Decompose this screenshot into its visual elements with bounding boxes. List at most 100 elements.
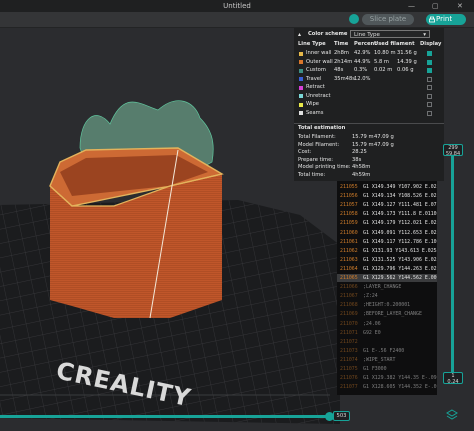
gcode-line-number: 211071 <box>340 329 358 336</box>
gcode-command: G1 X149.179 Y112.021 E.0253 <box>363 220 437 227</box>
gcode-line-number: 211064 <box>340 265 358 272</box>
gcode-line[interactable]: 211065 G1 X129.562 Y144.562 E.00946 <box>337 274 437 282</box>
gcode-line[interactable]: 211055 G1 X149.349 Y107.902 E.0253 <box>337 183 437 191</box>
legend-row[interactable]: Seams <box>294 110 444 117</box>
gcode-line[interactable]: 211075 G1 F3000 <box>337 365 437 373</box>
layer-slider-top-label[interactable]: 299 59.84 <box>443 144 463 157</box>
gcode-viewer[interactable]: 211055 G1 X149.349 Y107.902 E.0253 211056 G… <box>337 181 437 395</box>
legend-row[interactable]: Custom 48s 0.3% 0.02 m 0.06 g <box>294 67 444 74</box>
gcode-command: ;WIPE_START <box>363 356 396 363</box>
gcode-line-number: 211074 <box>340 356 358 363</box>
line-color-swatch <box>299 85 303 90</box>
slice-plate-button[interactable]: Slice plate <box>362 14 414 25</box>
display-checkbox[interactable] <box>427 85 432 90</box>
legend-row[interactable]: Wipe <box>294 101 444 108</box>
maximize-icon[interactable]: ▢ <box>432 0 439 12</box>
gcode-line[interactable]: 211056 G1 X149.134 Y108.526 E.02107 <box>337 192 437 200</box>
gcode-command: ;HEIGHT:0.200001 <box>363 302 411 309</box>
total-value: 4h59m <box>352 171 371 178</box>
gcode-line[interactable]: 211058 G1 X149.173 Y111.8 E.01103 <box>337 210 437 218</box>
gcode-line-number: 211065 <box>340 275 358 281</box>
total-row: Total Filament: 15.79 m 47.09 g <box>294 134 444 141</box>
printed-model[interactable] <box>49 147 224 319</box>
gcode-line[interactable]: 211073 G1 E-.56 F2400 <box>337 347 437 355</box>
legend-row[interactable]: Retract <box>294 84 444 91</box>
line-type-name: Travel <box>306 75 322 82</box>
gcode-command: G1 X149.091 Y112.653 E.0253 <box>363 229 437 236</box>
gcode-line[interactable]: 211062 G1 X131.93 Y143.613 E.0253 <box>337 247 437 255</box>
line-type-name: Seams <box>306 109 324 116</box>
total-row: Model printing time: 4h58m <box>294 164 444 171</box>
legend-row[interactable]: Inner wall 2h8m 42.9% 10.80 m 31.56 g <box>294 50 444 57</box>
gcode-line[interactable]: 211066 ;LAYER_CHANGE <box>337 283 437 291</box>
legend-row[interactable]: Unretract <box>294 93 444 100</box>
layer-slider-bottom-label[interactable]: 1 0.24 <box>443 372 463 385</box>
display-checkbox[interactable] <box>427 59 432 65</box>
slice-settings-icon[interactable] <box>349 14 359 24</box>
gcode-line[interactable]: 211072 <box>337 338 437 346</box>
display-checkbox[interactable] <box>427 102 432 107</box>
gcode-line[interactable]: 211069 ;BEFORE_LAYER_CHANGE <box>337 310 437 318</box>
display-checkbox[interactable] <box>427 110 432 116</box>
gcode-line[interactable]: 211060 G1 X149.091 Y112.653 E.0253 <box>337 229 437 237</box>
total-label: Total Filament: <box>298 134 336 140</box>
line-color-swatch <box>299 102 303 107</box>
color-scheme-select[interactable]: Line Type ▾ <box>350 30 430 38</box>
line-color-swatch <box>299 68 303 73</box>
gcode-line[interactable]: 211068 ;HEIGHT:0.200001 <box>337 301 437 309</box>
gcode-line[interactable]: 211074 ;WIPE_START <box>337 356 437 364</box>
gcode-line-number: 211061 <box>340 238 358 245</box>
gcode-line[interactable]: 211070 ;24.06 <box>337 320 437 328</box>
display-checkbox[interactable] <box>427 51 432 56</box>
layers-icon[interactable] <box>446 409 458 421</box>
gcode-command: ;LAYER_CHANGE <box>363 284 402 291</box>
gcode-line[interactable]: 211059 G1 X149.179 Y112.021 E.0253 <box>337 219 437 227</box>
collapse-icon[interactable]: ▴ <box>298 31 301 38</box>
gcode-line[interactable]: 211064 G1 X129.796 Y144.263 E.02728 <box>337 265 437 273</box>
total-value: 15.79 m <box>352 134 374 140</box>
move-slider-track[interactable] <box>0 415 330 418</box>
display-checkbox[interactable] <box>427 68 432 73</box>
gcode-line[interactable]: 211071 G92 E0 <box>337 329 437 337</box>
display-checkbox[interactable] <box>427 76 432 82</box>
gcode-line-number: 211066 <box>340 284 358 291</box>
gcode-line[interactable]: 211063 G1 X131.525 Y143.906 E.0253 <box>337 256 437 264</box>
print-label: Print <box>436 15 453 23</box>
gcode-line[interactable]: 211057 G1 X149.127 Y111.481 E.0753 <box>337 201 437 209</box>
gcode-line-number: 211072 <box>340 338 358 345</box>
line-type-name: Retract <box>306 84 325 90</box>
window-title: Untitled <box>223 2 251 10</box>
total-extra: 47.09 g <box>374 134 394 140</box>
gcode-command: G1 X149.134 Y108.526 E.02107 <box>363 193 437 200</box>
gcode-line[interactable]: 211067 ;Z:24 <box>337 292 437 300</box>
gcode-command: G92 E0 <box>363 329 381 336</box>
move-slider-value: 503 <box>333 411 350 421</box>
gcode-command: ;24.06 <box>363 320 381 327</box>
line-color-swatch <box>299 60 303 64</box>
gcode-line-number: 211073 <box>340 347 358 354</box>
gcode-line[interactable]: 211077 G1 X128.605 Y144.352 E-.0253 <box>337 383 437 391</box>
line-length: 10.80 m <box>374 50 396 56</box>
gcode-line[interactable]: 211076 G1 X129.382 Y144.35 E-.099 <box>337 374 437 382</box>
total-label: Model Filament: <box>298 141 340 148</box>
gcode-line[interactable]: 211061 G1 X149.117 Y112.786 E.10341 <box>337 238 437 246</box>
layer-slider-track[interactable] <box>451 152 454 380</box>
gcode-line-number: 211055 <box>340 184 358 190</box>
total-label: Cost: <box>298 149 312 155</box>
line-color-swatch <box>299 77 303 81</box>
gcode-line-number: 211069 <box>340 311 358 318</box>
display-checkbox[interactable] <box>427 93 432 99</box>
minimize-icon[interactable]: — <box>408 0 415 12</box>
gcode-line-number: 211076 <box>340 375 358 382</box>
close-icon[interactable]: ✕ <box>457 0 463 12</box>
gcode-line-number: 211057 <box>340 202 358 209</box>
line-type-name: Inner wall <box>306 50 332 56</box>
legend-row[interactable]: Travel 35m48s 12.0% <box>294 76 444 83</box>
legend-row[interactable]: Outer wall 2h14m 44.9% 5.8 m 14.39 g <box>294 59 444 66</box>
gcode-line-number: 211068 <box>340 302 358 309</box>
gcode-command: G1 X131.525 Y143.906 E.0253 <box>363 256 437 263</box>
gcode-line-number: 211063 <box>340 256 358 263</box>
print-button[interactable]: Print <box>426 14 466 25</box>
gcode-command: ;BEFORE_LAYER_CHANGE <box>363 311 422 318</box>
total-value: 38s <box>352 156 362 163</box>
